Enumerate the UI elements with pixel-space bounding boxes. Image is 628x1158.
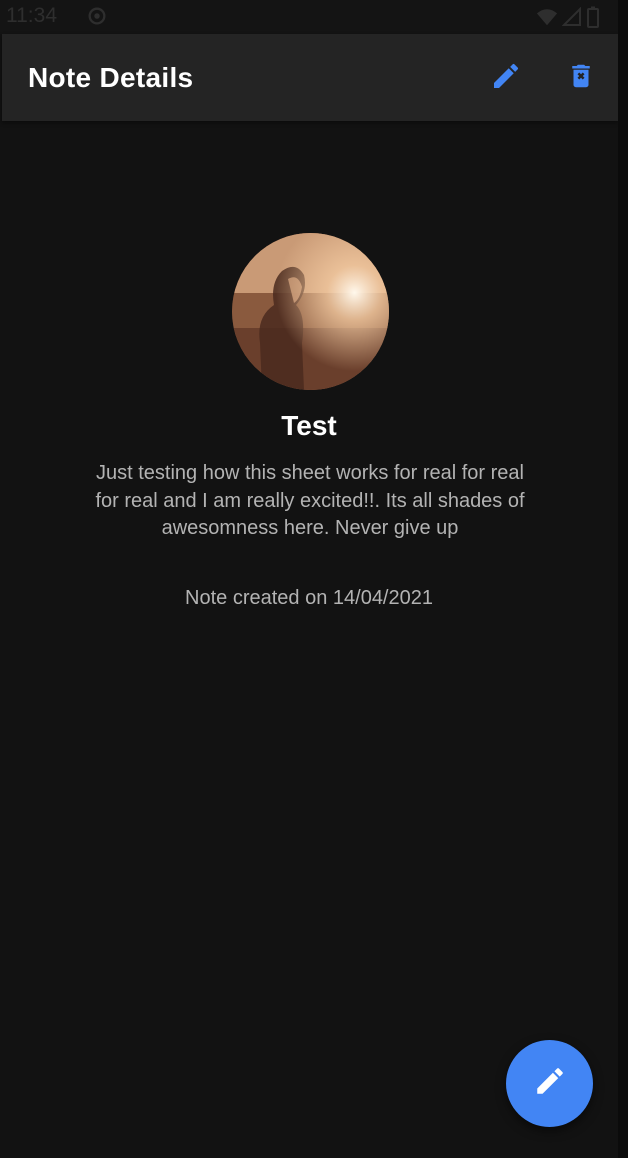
note-body: Just testing how this sheet works for re… [95, 462, 525, 539]
signal-icon [561, 6, 582, 32]
app-bar: Note Details [2, 34, 618, 121]
status-bar: 11:34 [0, 0, 618, 34]
delete-icon [566, 60, 596, 97]
wifi-icon [536, 7, 558, 32]
edit-icon [490, 60, 522, 97]
edit-icon [533, 1064, 567, 1103]
app-screen: 11:34 Note Details Test Just testing how… [0, 0, 628, 1158]
status-time: 11:34 [6, 4, 57, 27]
status-icons [536, 6, 600, 33]
sync-icon [86, 5, 108, 27]
note-image [232, 233, 389, 390]
delete-button[interactable] [561, 58, 601, 98]
edit-fab-button[interactable] [506, 1040, 593, 1127]
note-created-date: Note created on 14/04/2021 [185, 587, 433, 609]
note-image-photo [232, 233, 389, 390]
page-title: Note Details [28, 62, 194, 93]
edit-button[interactable] [486, 58, 526, 98]
battery-icon [586, 6, 600, 33]
note-title: Test [281, 410, 337, 441]
